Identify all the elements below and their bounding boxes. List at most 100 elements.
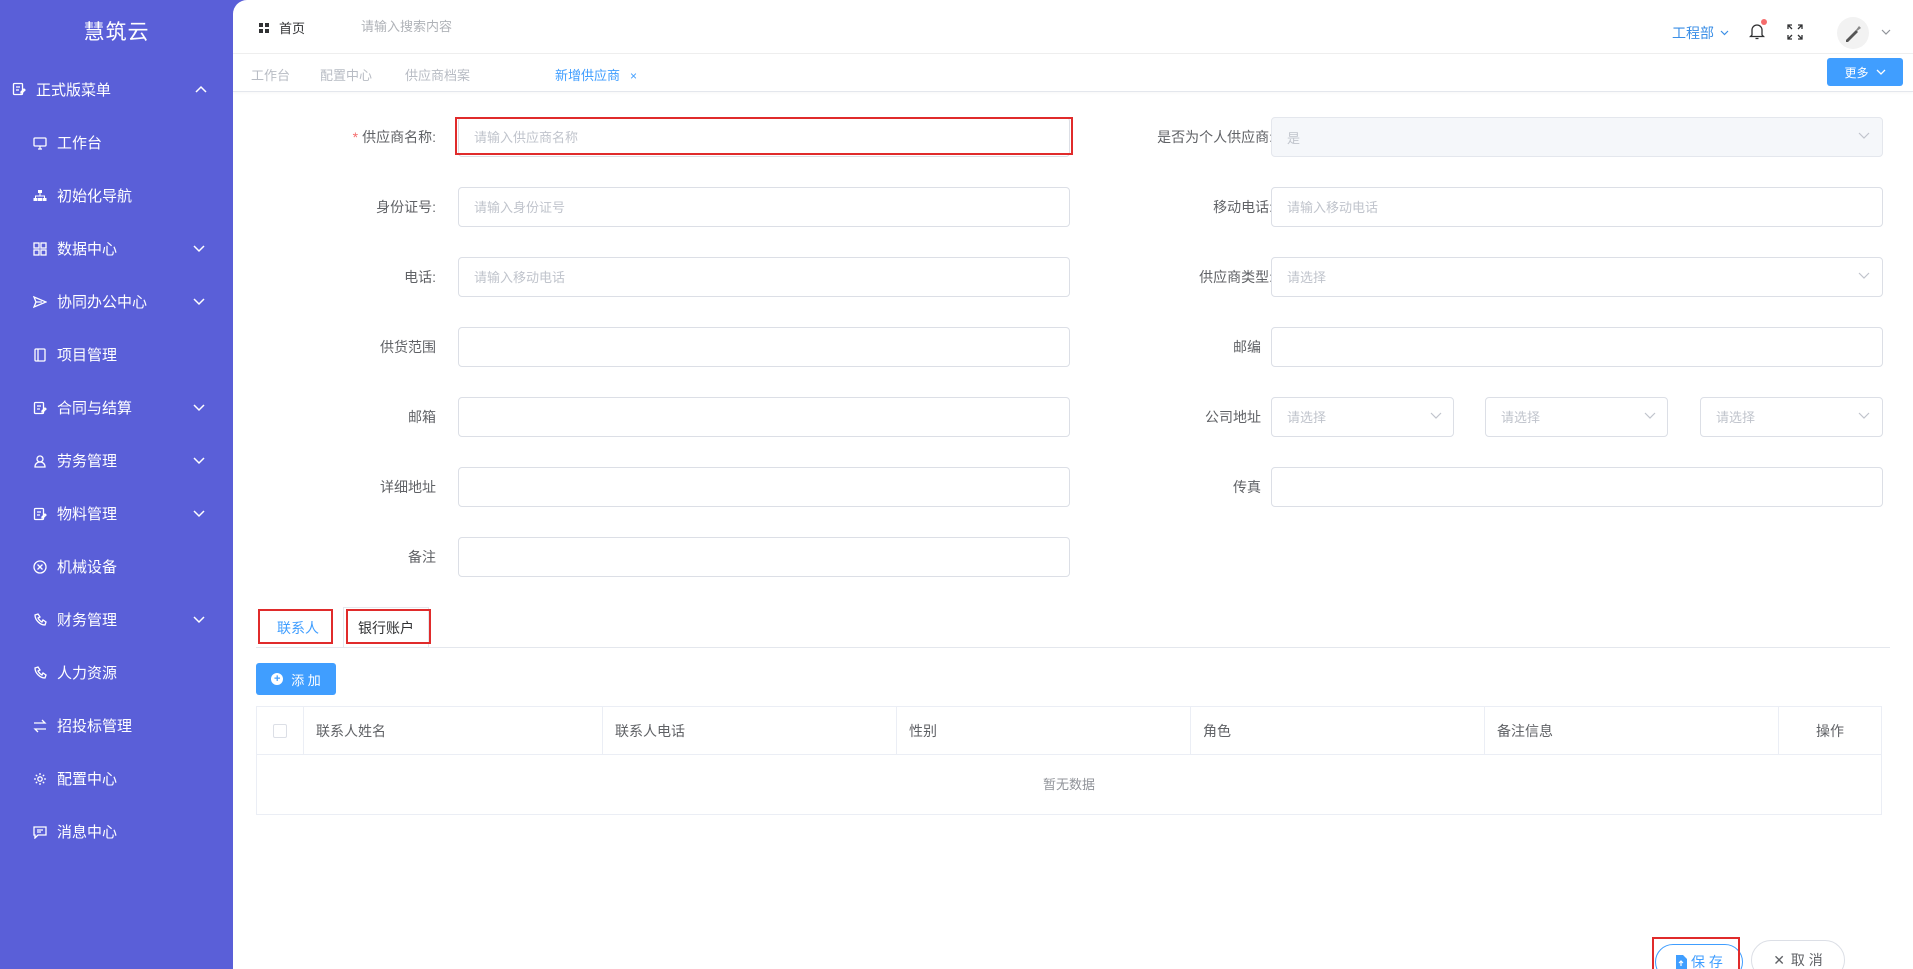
plus-circle-icon: + (271, 673, 284, 685)
add-contact-button[interactable]: + 添 加 (256, 663, 336, 695)
sidebar-item-6[interactable]: 合同与结算 (0, 381, 233, 434)
mobile-input[interactable] (1271, 187, 1883, 227)
edit-icon (33, 507, 47, 521)
sidebar-item-label: 劳务管理 (57, 453, 118, 470)
supplier-name-input[interactable] (458, 117, 1070, 157)
sidebar-item-label: 机械设备 (57, 559, 118, 576)
sidebar-item-8[interactable]: 物料管理 (0, 487, 233, 540)
sidebar-item-10[interactable]: 财务管理 (0, 593, 233, 646)
sidebar-group-label: 正式版菜单 (36, 81, 112, 99)
sidebar-item-14[interactable]: 消息中心 (0, 805, 233, 858)
chevron-down-icon[interactable] (1881, 29, 1891, 35)
department-dropdown[interactable]: 工程部 (1672, 23, 1729, 43)
fax-input[interactable] (1271, 467, 1883, 507)
worker-icon (33, 454, 47, 468)
save-button[interactable]: 保 存 (1655, 944, 1743, 969)
sidebar-item-label: 工作台 (57, 135, 103, 152)
chevron-up-icon (195, 85, 207, 93)
more-button[interactable]: 更多 (1827, 58, 1903, 86)
fullscreen-icon[interactable] (1787, 24, 1803, 40)
postcode-input[interactable] (1271, 327, 1883, 367)
district-select[interactable] (1700, 397, 1883, 437)
phone-icon (33, 612, 47, 627)
chevron-down-icon (1720, 30, 1729, 36)
supply-scope-input[interactable] (458, 327, 1070, 367)
col-remark: 备注信息 (1485, 707, 1779, 755)
detail-address-label: 详细地址 (380, 479, 436, 495)
book-icon (33, 347, 47, 362)
postcode-label: 邮编 (1233, 339, 1261, 355)
phone-input[interactable] (458, 257, 1070, 297)
sidebar-item-12[interactable]: 招投标管理 (0, 699, 233, 752)
sidebar-item-13[interactable]: 配置中心 (0, 752, 233, 805)
main-panel: 首页 工程部 工作台 配置中心 供应商档案 新增供应商 × (233, 0, 1913, 969)
sidebar-item-11[interactable]: 人力资源 (0, 646, 233, 699)
edit-icon (33, 401, 47, 415)
sidebar-item-label: 财务管理 (57, 612, 118, 629)
send-icon (33, 295, 47, 309)
cancel-button[interactable]: ✕ 取 消 (1751, 940, 1845, 969)
select-all-checkbox[interactable] (273, 724, 287, 738)
sidebar-item-label: 招投标管理 (57, 718, 133, 735)
id-card-label: 身份证号: (376, 199, 436, 215)
sidebar: 慧筑云 正式版菜单 工作台 初始化导航 数据中心 协同办公中心 项目管理 合同与结算 劳务管… (0, 0, 233, 969)
table-empty-text: 暂无数据 (1042, 777, 1095, 792)
sidebar-item-label: 人力资源 (57, 665, 118, 682)
swap-icon (33, 719, 47, 733)
is-personal-select[interactable] (1271, 117, 1883, 157)
id-card-input[interactable] (458, 187, 1070, 227)
detail-address-input[interactable] (458, 467, 1070, 507)
tab-bank-account[interactable]: 银行账户 (343, 607, 429, 647)
company-address-label: 公司地址 (1205, 409, 1261, 425)
col-contact-phone: 联系人电话 (603, 707, 897, 755)
tab-contacts[interactable]: 联系人 (263, 611, 333, 645)
notification-bell-icon[interactable] (1748, 19, 1767, 40)
chevron-down-icon (193, 456, 205, 465)
sidebar-item-5[interactable]: 项目管理 (0, 328, 233, 381)
global-search-input[interactable] (361, 12, 591, 40)
home-label: 首页 (279, 21, 306, 36)
circle-x-icon (33, 559, 47, 574)
close-icon[interactable]: × (630, 69, 637, 83)
supplier-type-label: 供应商类型: (1199, 269, 1273, 285)
supplier-type-select[interactable] (1271, 257, 1883, 297)
chevron-down-icon (193, 297, 205, 306)
message-icon (33, 825, 47, 839)
chevron-down-icon (193, 509, 205, 518)
col-gender: 性别 (897, 707, 1191, 755)
tab-new-supplier[interactable]: 新增供应商 × (555, 65, 637, 84)
table-header: 联系人姓名 联系人电话 性别 角色 备注信息 操作 (257, 707, 1881, 755)
sidebar-item-3[interactable]: 数据中心 (0, 222, 233, 275)
sidebar-item-label: 物料管理 (57, 506, 118, 523)
sidebar-item-4[interactable]: 协同办公中心 (0, 275, 233, 328)
sidebar-item-2[interactable]: 初始化导航 (0, 169, 233, 222)
tab-workbench[interactable]: 工作台 (251, 65, 290, 84)
chevron-down-icon (193, 244, 205, 253)
sitemap-icon (33, 189, 47, 203)
home-link[interactable]: 首页 (259, 18, 305, 37)
col-contact-name: 联系人姓名 (304, 707, 603, 755)
sidebar-item-label: 协同办公中心 (57, 294, 148, 311)
province-select[interactable] (1271, 397, 1454, 437)
sidebar-item-label: 数据中心 (57, 241, 118, 258)
email-input[interactable] (458, 397, 1070, 437)
phone-icon (33, 665, 47, 680)
department-label: 工程部 (1672, 25, 1714, 41)
city-select[interactable] (1485, 397, 1668, 437)
tab-supplier-archive[interactable]: 供应商档案 (405, 65, 470, 84)
fax-label: 传真 (1233, 479, 1261, 495)
gear-icon (33, 772, 47, 786)
sidebar-item-7[interactable]: 劳务管理 (0, 434, 233, 487)
mobile-label: 移动电话: (1213, 199, 1273, 215)
sidebar-group-formal-menu[interactable]: 正式版菜单 (0, 66, 233, 112)
sidebar-item-9[interactable]: 机械设备 (0, 540, 233, 593)
apps-grid-icon (259, 22, 269, 33)
add-label: 添 加 (291, 672, 321, 688)
remark-input[interactable] (458, 537, 1070, 577)
sidebar-item-1[interactable]: 工作台 (0, 116, 233, 169)
phone-label: 电话: (404, 269, 436, 285)
tab-config-center[interactable]: 配置中心 (320, 65, 372, 84)
user-avatar[interactable] (1837, 17, 1869, 49)
subtab-divider (256, 647, 1890, 648)
tab-bar: 工作台 配置中心 供应商档案 新增供应商 × 更多 (233, 54, 1913, 92)
